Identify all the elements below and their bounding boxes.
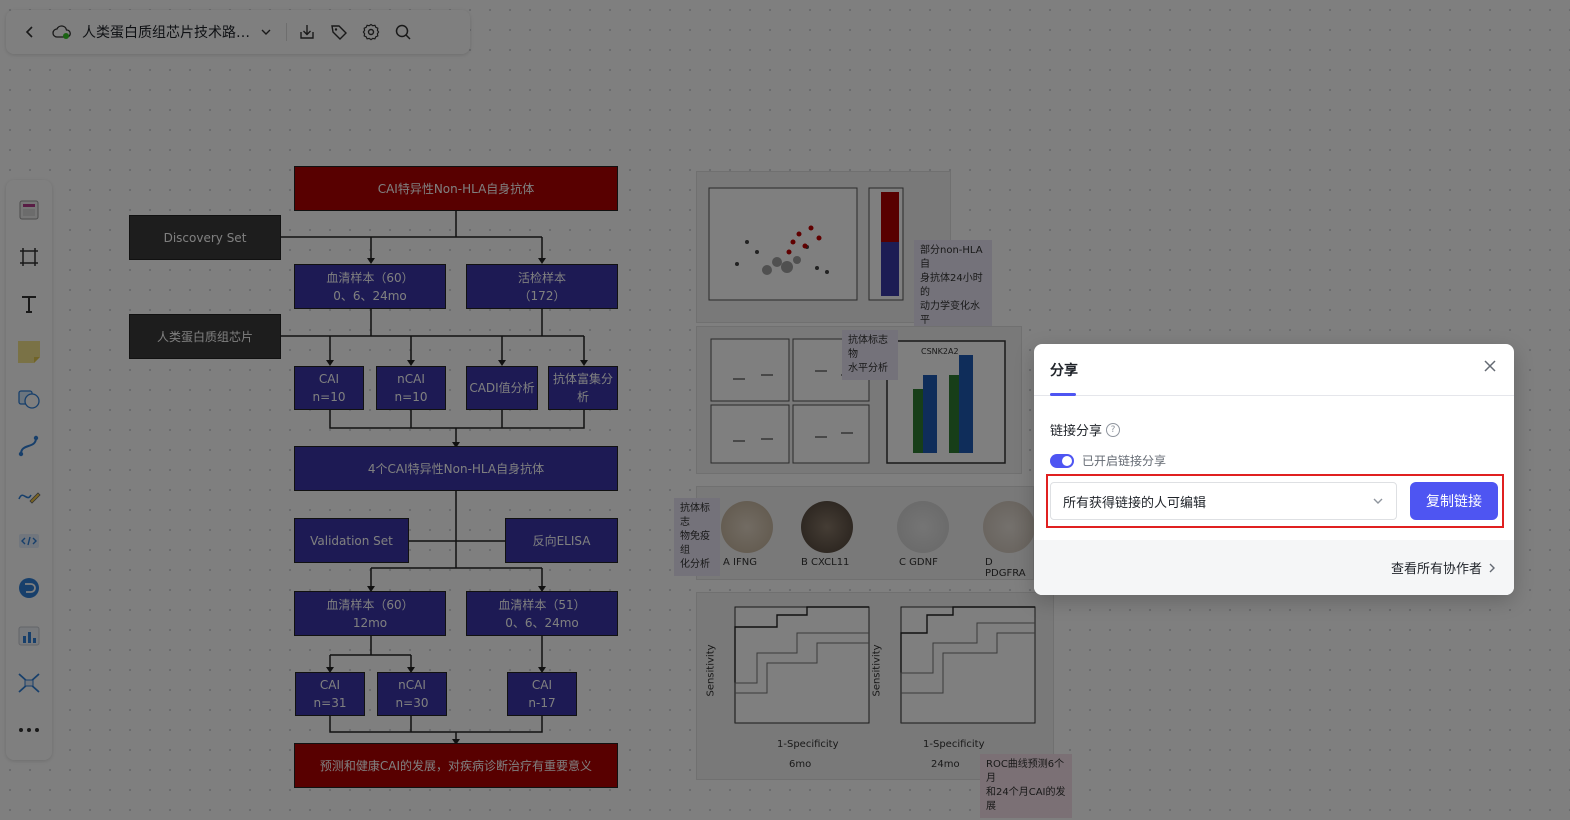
copy-link-button[interactable]: 复制链接: [1410, 482, 1498, 520]
chevron-down-icon: [1373, 498, 1383, 504]
dialog-footer: 查看所有协作者: [1034, 540, 1514, 595]
permission-value: 所有获得链接的人可编辑: [1063, 495, 1207, 511]
link-share-label: 链接分享: [1050, 424, 1103, 439]
close-icon[interactable]: [1478, 354, 1502, 378]
share-dialog: 分享 链接分享 ? 已开启链接分享 所有获得链接的人可编辑 复制链接 查看所有协…: [1034, 344, 1514, 595]
tab-underline: [1050, 393, 1076, 396]
dialog-header: 分享: [1034, 344, 1514, 396]
chevron-right-icon[interactable]: [1486, 562, 1498, 574]
view-collaborators-link[interactable]: 查看所有协作者: [1391, 558, 1482, 577]
link-share-section-title: 链接分享 ?: [1050, 420, 1121, 439]
tab-share[interactable]: 分享: [1050, 360, 1078, 380]
permission-select[interactable]: 所有获得链接的人可编辑: [1050, 482, 1397, 520]
link-share-toggle[interactable]: [1050, 453, 1074, 468]
link-share-toggle-row: 已开启链接分享: [1050, 452, 1166, 469]
help-icon[interactable]: ?: [1106, 422, 1121, 437]
toggle-label: 已开启链接分享: [1082, 454, 1167, 468]
